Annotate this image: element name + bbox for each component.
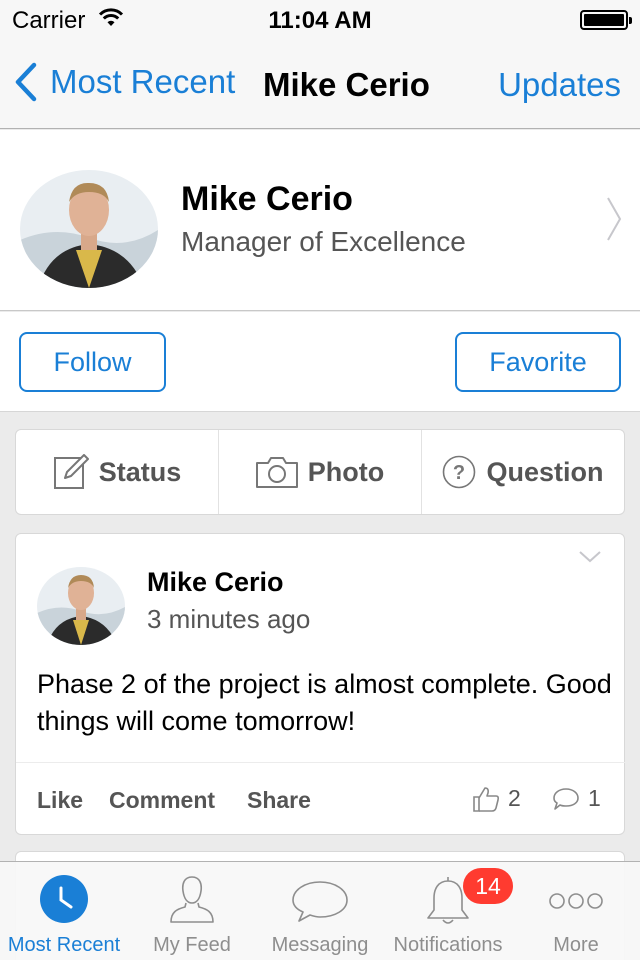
profile-avatar xyxy=(20,170,158,288)
person-icon xyxy=(128,874,256,926)
tab-notifications[interactable]: 14 Notifications xyxy=(384,862,513,960)
profile-actions: Follow Favorite xyxy=(0,312,640,412)
post-body: Phase 2 of the project is almost complet… xyxy=(37,669,612,736)
navigation-bar: Most Recent Mike Cerio Updates xyxy=(0,40,640,129)
compose-bar: Status Photo ? Question xyxy=(15,429,625,515)
thumbs-up-icon xyxy=(473,786,500,812)
feed-post: Mike Cerio 3 minutes ago Phase 2 of the … xyxy=(15,533,626,835)
chat-bubble-icon xyxy=(256,874,384,924)
svg-text:?: ? xyxy=(453,462,465,484)
question-button[interactable]: ? Question xyxy=(422,430,624,514)
profile-job-title: Manager of Excellence xyxy=(181,226,466,257)
status-label: Status xyxy=(98,456,182,487)
like-count-value: 2 xyxy=(508,785,521,811)
comment-bubble-icon xyxy=(553,787,579,810)
comment-button[interactable]: Comment xyxy=(109,787,215,814)
post-timestamp: 3 minutes ago xyxy=(147,604,311,634)
tab-label: More xyxy=(553,934,599,956)
tab-label: My Feed xyxy=(153,934,231,956)
battery-icon xyxy=(580,10,632,30)
clock-icon xyxy=(0,874,128,924)
more-dots-icon xyxy=(512,874,640,924)
follow-button[interactable]: Follow xyxy=(19,332,166,392)
tab-label: Most Recent xyxy=(7,934,121,956)
tab-more[interactable]: More xyxy=(512,862,640,960)
post-author-name[interactable]: Mike Cerio xyxy=(147,567,284,598)
tab-label: Messaging xyxy=(271,934,369,956)
chevron-left-icon xyxy=(15,62,37,102)
profile-header[interactable]: Mike Cerio Manager of Excellence xyxy=(0,130,640,311)
back-button[interactable]: Most Recent xyxy=(14,62,235,102)
camera-icon xyxy=(255,457,298,488)
notification-badge: 14 xyxy=(463,868,513,904)
like-button[interactable]: Like xyxy=(37,787,83,814)
post-actions-bar: Like Comment Share 2 1 xyxy=(16,762,626,835)
tab-most-recent[interactable]: Most Recent xyxy=(0,862,128,960)
page-title: Mike Cerio xyxy=(263,66,430,103)
photo-label: Photo xyxy=(307,456,385,487)
favorite-button[interactable]: Favorite xyxy=(455,332,621,392)
status-bar: Carrier 11:04 AM xyxy=(0,0,640,40)
profile-name: Mike Cerio xyxy=(181,180,353,218)
comment-count[interactable]: 1 xyxy=(552,785,601,812)
share-button[interactable]: Share xyxy=(247,787,311,814)
tab-bar: Most Recent My Feed Messaging 14 Notific xyxy=(0,861,640,960)
photo-button[interactable]: Photo xyxy=(219,430,422,514)
tab-messaging[interactable]: Messaging xyxy=(256,862,384,960)
tab-label: Notifications xyxy=(393,934,503,956)
clock-time: 11:04 AM xyxy=(268,7,372,34)
post-author-avatar[interactable] xyxy=(37,567,125,645)
pencil-icon xyxy=(53,454,89,489)
chevron-down-icon[interactable] xyxy=(578,550,602,569)
tab-my-feed[interactable]: My Feed xyxy=(128,862,256,960)
back-button-label: Most Recent xyxy=(50,63,236,100)
question-label: Question xyxy=(486,456,604,487)
status-button[interactable]: Status xyxy=(16,430,219,514)
comment-count-value: 1 xyxy=(588,785,601,811)
updates-button[interactable]: Updates xyxy=(498,66,621,104)
like-count[interactable]: 2 xyxy=(472,785,521,812)
question-circle-icon: ? xyxy=(443,455,476,489)
chevron-right-icon xyxy=(606,196,622,247)
